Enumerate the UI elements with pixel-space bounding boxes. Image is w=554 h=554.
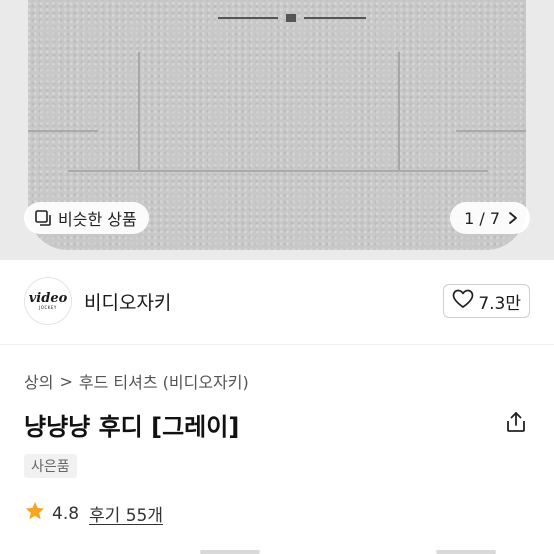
seller-row: video JOCKEY 비디오자키 7.3만 [0, 270, 554, 332]
like-count: 7.3만 [478, 293, 521, 314]
rating-row: 4.8 후기 55개 [24, 500, 163, 527]
hoodie-print-caption [218, 14, 366, 22]
breadcrumb-item-category[interactable]: 상의 [24, 369, 53, 393]
star-icon [24, 500, 46, 527]
similar-products-button[interactable]: 비슷한 상품 [24, 202, 149, 234]
like-button[interactable]: 7.3만 [443, 284, 530, 318]
rating-score: 4.8 [52, 503, 80, 524]
similar-products-icon [34, 209, 52, 227]
breadcrumb: 상의 > 후드 티셔츠 (비디오자키) [24, 369, 249, 393]
reviews-link[interactable]: 후기 55개 [89, 501, 163, 526]
peek-block [436, 550, 496, 554]
hoodie-print-graphic [223, 0, 393, 10]
seller-avatar[interactable]: video JOCKEY [24, 277, 72, 325]
peek-block [200, 550, 260, 554]
section-divider [0, 344, 554, 345]
seller-logo-subtext: JOCKEY [39, 304, 57, 310]
chevron-right-icon [508, 211, 518, 225]
next-section-peek [0, 548, 554, 554]
product-title: 냥냥냥 후디 [그레이] [24, 413, 240, 441]
breadcrumb-separator: > [59, 371, 73, 391]
image-counter-button[interactable]: 1 / 7 [450, 202, 530, 234]
share-icon[interactable] [504, 410, 528, 434]
hoodie-hem [68, 170, 488, 202]
image-counter: 1 / 7 [464, 208, 500, 228]
heart-outline-icon [452, 289, 474, 314]
similar-products-label: 비슷한 상품 [58, 210, 137, 229]
gift-badge: 사은품 [24, 454, 77, 478]
hoodie-pocket [138, 52, 400, 170]
seller-logo-text: video [28, 290, 68, 306]
product-image-gallery[interactable]: 비슷한 상품 1 / 7 [0, 0, 554, 260]
seller-name[interactable]: 비디오자키 [84, 288, 171, 315]
breadcrumb-item-subcategory[interactable]: 후드 티셔츠 (비디오자키) [79, 369, 249, 393]
